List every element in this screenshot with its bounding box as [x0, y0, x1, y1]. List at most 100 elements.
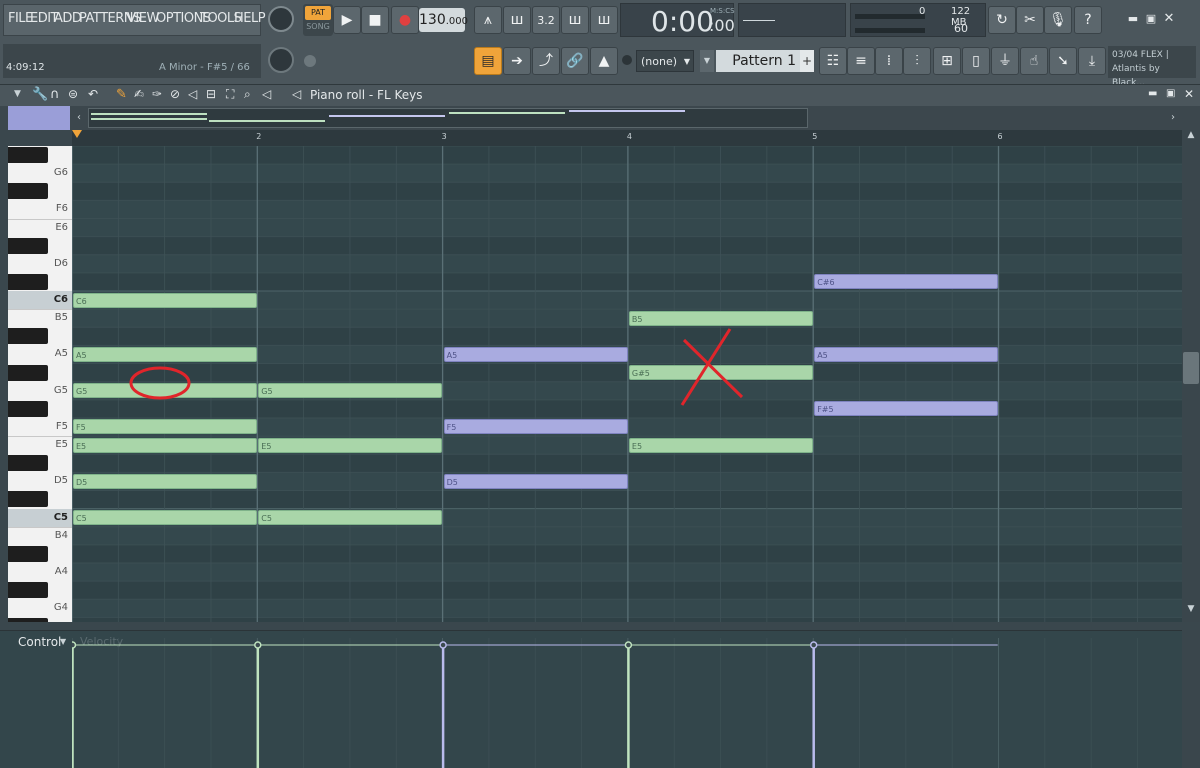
- black-key[interactable]: [8, 273, 48, 290]
- lane-divider[interactable]: [0, 622, 1200, 631]
- menu-view[interactable]: VIEW: [127, 6, 159, 32]
- channel-rack-button[interactable]: ⁞: [875, 47, 903, 75]
- tempo-display[interactable]: 130.000: [419, 8, 468, 32]
- tempo-value: 130: [419, 12, 446, 28]
- typing-keyboard-button[interactable]: ▤: [474, 47, 502, 75]
- control-scrollbar[interactable]: [1182, 630, 1200, 768]
- playhead-marker[interactable]: [72, 130, 82, 138]
- plugin-database-button[interactable]: ⏚: [991, 47, 1019, 75]
- menu-add[interactable]: ADD: [54, 6, 82, 32]
- window-restore-button[interactable]: ▣: [1166, 88, 1175, 99]
- black-key[interactable]: [8, 147, 48, 163]
- minimize-button[interactable]: ▬: [1126, 12, 1140, 26]
- scroll-thumb[interactable]: [1183, 352, 1199, 384]
- playlist-button[interactable]: ☷: [819, 47, 847, 75]
- link-button[interactable]: 🔗: [561, 47, 589, 75]
- paint-icon[interactable]: ✍: [134, 87, 144, 101]
- velocity-handle[interactable]: [809, 641, 818, 649]
- bar-number: 3: [441, 132, 447, 141]
- touch-controller-button[interactable]: ☝: [1020, 47, 1048, 75]
- overview-window[interactable]: [88, 108, 808, 128]
- black-key[interactable]: [8, 400, 48, 417]
- countdown-button[interactable]: 3.2: [532, 6, 560, 34]
- magnifier-icon[interactable]: ⌕: [244, 87, 251, 102]
- help-button[interactable]: ?: [1074, 6, 1102, 34]
- close-button[interactable]: ✕: [1162, 11, 1176, 26]
- add-pattern-button[interactable]: +: [800, 50, 814, 72]
- scroll-right-button[interactable]: ›: [1166, 108, 1180, 128]
- pat-song-switch[interactable]: PAT SONG: [303, 4, 333, 36]
- velocity-handle[interactable]: [439, 641, 447, 649]
- control-chevron-down-icon[interactable]: ▼: [60, 637, 66, 646]
- project-info-button[interactable]: ▯: [962, 47, 990, 75]
- undo-history-button[interactable]: ↻: [988, 6, 1016, 34]
- velocity-handle[interactable]: [72, 641, 77, 649]
- black-key[interactable]: [8, 237, 48, 254]
- metronome-button[interactable]: ⩚: [474, 6, 502, 34]
- black-key[interactable]: [8, 328, 48, 345]
- vertical-scrollbar[interactable]: ▲ ▼: [1182, 130, 1200, 622]
- black-key[interactable]: [8, 364, 48, 381]
- velocity-lane[interactable]: [72, 638, 1182, 768]
- mixer-button[interactable]: ⫶: [903, 47, 931, 75]
- window-close-button[interactable]: ✕: [1184, 87, 1194, 101]
- metronome-toggle[interactable]: ▲: [590, 47, 618, 75]
- black-key[interactable]: [8, 491, 48, 508]
- master-pitch-slider[interactable]: [304, 52, 464, 70]
- scroll-down-button[interactable]: ▼: [1184, 604, 1198, 620]
- black-key[interactable]: [8, 455, 48, 472]
- master-volume-knob[interactable]: [268, 6, 294, 32]
- piano-roll-title[interactable]: Piano roll - FL Keys: [310, 88, 422, 102]
- news-panel[interactable]: 03/04 FLEX | Atlantis by Black...: [1108, 46, 1196, 88]
- shop-button[interactable]: ➘: [1049, 47, 1077, 75]
- time-ruler[interactable]: 2 3 4 5 6: [72, 130, 1182, 146]
- overview-corner: [8, 106, 70, 130]
- magnet-icon[interactable]: ∩: [50, 87, 60, 102]
- velocity-handle[interactable]: [624, 641, 633, 649]
- browser-button[interactable]: ⊞: [933, 47, 961, 75]
- piano-roll-button[interactable]: ≡: [847, 47, 875, 75]
- note-grid[interactable]: C6 A5 G5 F5 E5 D5 C5 G5 E5 C5 A5 F5 D5 B5 G#5 E5 C#6 A5 F#…: [72, 146, 1182, 622]
- select-tool-icon[interactable]: ⊟: [206, 87, 216, 101]
- cut-button[interactable]: ✂: [1016, 6, 1044, 34]
- scroll-left-button[interactable]: ‹: [72, 108, 86, 128]
- stop-button[interactable]: ■: [361, 6, 389, 34]
- step-edit-button[interactable]: ➔: [503, 47, 531, 75]
- piano-keyboard[interactable]: G6 F6 E6 D6 C6 B5 A5 G5 F5 E5 D5 C5 B4 A4 G4: [8, 146, 72, 622]
- black-key[interactable]: [8, 183, 48, 200]
- scroll-up-button[interactable]: ▲: [1184, 130, 1198, 146]
- maximize-button[interactable]: ▣: [1144, 12, 1158, 26]
- master-pitch-knob[interactable]: [268, 47, 294, 73]
- blend-notes-button[interactable]: ш: [561, 6, 589, 34]
- wait-for-input-button[interactable]: ш: [503, 6, 531, 34]
- delete-tool-icon[interactable]: ✑: [152, 87, 162, 101]
- wrench-icon[interactable]: 🔧: [32, 87, 48, 102]
- undo-icon[interactable]: ↶: [88, 87, 98, 101]
- play-button[interactable]: ▶: [333, 6, 361, 34]
- black-key[interactable]: [8, 582, 48, 599]
- mixer-icon: ⫶: [915, 53, 919, 69]
- pencil-icon[interactable]: ✎: [116, 87, 127, 102]
- download-button[interactable]: ⤓: [1078, 47, 1106, 75]
- playback-tool-icon[interactable]: ◁: [262, 87, 271, 101]
- window-minimize-button[interactable]: ▬: [1148, 88, 1157, 99]
- pattern-menu-button[interactable]: ▼: [700, 50, 714, 72]
- event-editor[interactable]: Control ▼ Velocity: [0, 622, 1200, 768]
- menu-help[interactable]: HELP: [234, 6, 266, 32]
- pattern-overview[interactable]: ‹ ›: [0, 106, 1200, 130]
- loop-record-button[interactable]: ш: [590, 6, 618, 34]
- velocity-handle[interactable]: [254, 641, 262, 649]
- mute-tool-icon[interactable]: ⊘: [170, 87, 180, 101]
- audio-input-button[interactable]: 🎙: [1044, 6, 1072, 34]
- black-key[interactable]: [8, 545, 48, 562]
- snap-icon[interactable]: ⊜: [68, 87, 78, 101]
- pattern-selector[interactable]: Pattern 1: [716, 50, 800, 72]
- window-menu-arrow-icon[interactable]: ▼: [14, 89, 21, 99]
- slide-button[interactable]: ⤴: [532, 47, 560, 75]
- channel-select[interactable]: (none) ▼: [636, 50, 694, 72]
- control-label[interactable]: Control: [18, 635, 61, 649]
- slice-tool-icon[interactable]: ◁: [188, 87, 197, 101]
- record-button[interactable]: ●: [391, 6, 419, 34]
- zoom-tool-icon[interactable]: ⛶: [226, 87, 234, 102]
- time-display[interactable]: 0:00 M:S:CS :00: [620, 3, 735, 38]
